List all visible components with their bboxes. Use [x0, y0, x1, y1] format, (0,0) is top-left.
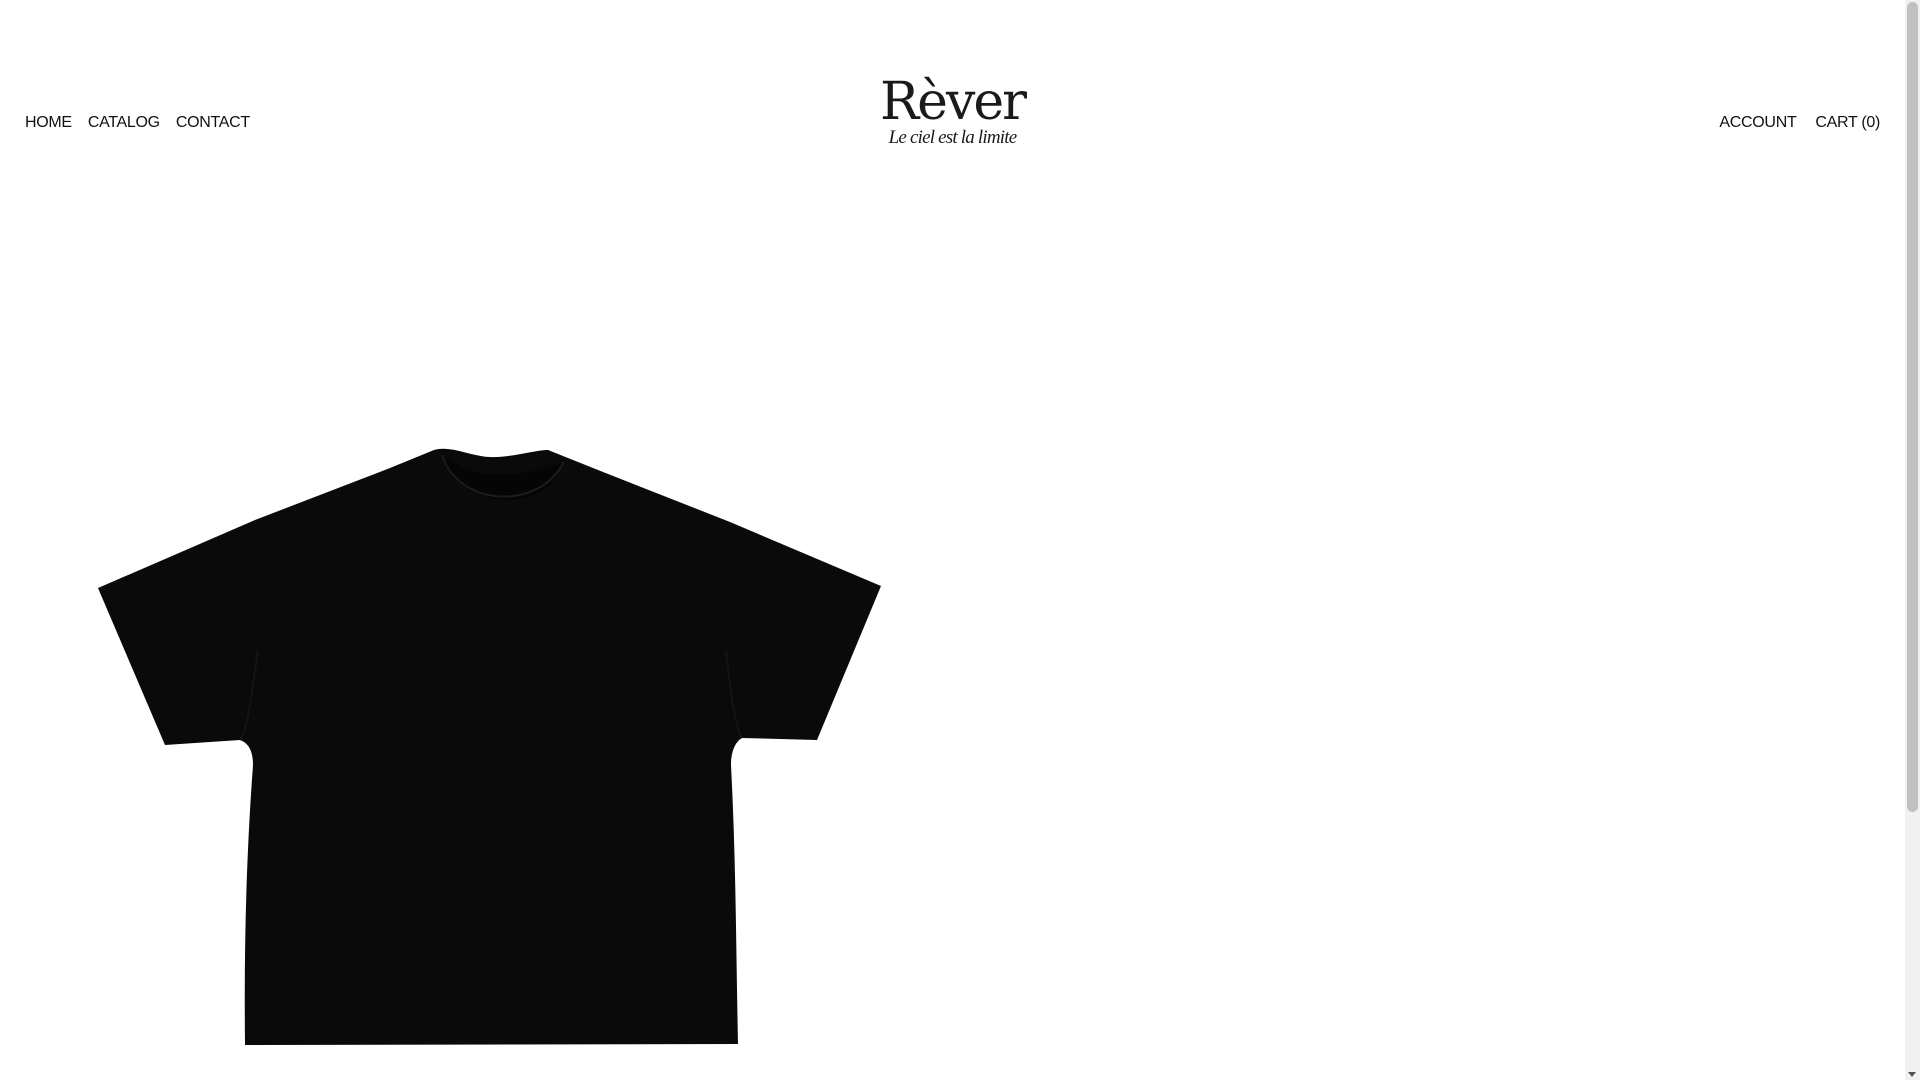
logo-title: Rèver: [880, 72, 1027, 132]
account-nav: ACCOUNT CART (0): [1719, 113, 1880, 133]
black-tshirt-icon: [98, 448, 881, 1045]
nav-home-link[interactable]: HOME: [25, 113, 72, 133]
product-image-tshirt[interactable]: [90, 440, 890, 1060]
scrollbar-thumb[interactable]: [1907, 2, 1918, 812]
page-scrollbar[interactable]: [1905, 0, 1920, 1080]
scroll-down-arrow-icon[interactable]: [1908, 1072, 1916, 1077]
nav-catalog-link[interactable]: CATALOG: [88, 113, 160, 133]
brand-logo[interactable]: Rèver Le ciel est la limite: [880, 72, 1027, 148]
cart-link[interactable]: CART (0): [1815, 113, 1880, 133]
logo-tagline: Le ciel est la limite: [888, 127, 1018, 148]
nav-contact-link[interactable]: CONTACT: [176, 113, 250, 133]
site-header: HOME CATALOG CONTACT Rèver Le ciel est l…: [0, 0, 1905, 170]
main-nav: HOME CATALOG CONTACT: [25, 113, 250, 133]
page: HOME CATALOG CONTACT Rèver Le ciel est l…: [0, 0, 1920, 1080]
account-link[interactable]: ACCOUNT: [1719, 113, 1796, 133]
